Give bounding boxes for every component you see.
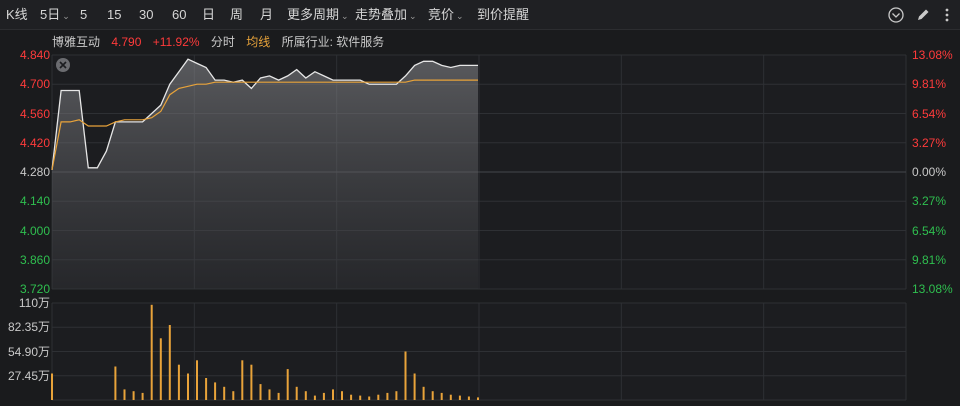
volume-bar — [368, 396, 371, 400]
volume-bar — [332, 389, 334, 400]
volume-bar — [141, 392, 144, 400]
volume-bar — [150, 304, 153, 400]
volume-bar — [214, 382, 217, 400]
volume-bar — [132, 391, 135, 400]
price-tick-label: 3.860 — [19, 253, 50, 267]
price-tick-label: 4.280 — [19, 165, 50, 179]
price-tick-label: 4.840 — [19, 48, 50, 62]
volume-bar — [386, 392, 389, 400]
volume-bar — [250, 364, 253, 400]
volume-bar — [467, 396, 470, 400]
volume-bar — [168, 325, 171, 400]
volume-bar — [268, 389, 271, 400]
volume-bar — [51, 373, 53, 400]
price-tick-label: 3.720 — [19, 282, 50, 296]
volume-bar — [404, 351, 407, 400]
price-tick-label: 4.000 — [19, 224, 50, 238]
volume-bar — [359, 395, 362, 400]
volume-bar — [422, 386, 425, 400]
intraday-chart[interactable] — [0, 0, 960, 406]
volume-tick-label: 54.90万 — [7, 345, 50, 359]
volume-bar — [440, 392, 443, 400]
volume-bar — [196, 360, 198, 400]
volume-bar — [205, 378, 208, 400]
volume-bar — [286, 369, 289, 400]
percent-tick-label: 9.81% — [912, 253, 947, 267]
percent-tick-label: 3.27% — [912, 136, 947, 150]
volume-tick-label: 27.45万 — [7, 369, 50, 383]
volume-bar — [159, 338, 162, 400]
volume-bar — [232, 391, 235, 400]
volume-bar — [377, 394, 380, 400]
volume-bar — [449, 394, 452, 400]
volume-bar — [350, 394, 353, 400]
volume-bar — [295, 386, 298, 400]
volume-bar — [114, 366, 117, 400]
volume-bar — [458, 395, 461, 400]
volume-bar — [395, 391, 398, 400]
volume-bar — [277, 392, 280, 400]
price-tick-label: 4.560 — [19, 107, 50, 121]
volume-bar — [177, 364, 180, 400]
percent-tick-label: 13.08% — [912, 282, 953, 296]
volume-bar — [341, 391, 343, 400]
volume-bar — [322, 392, 325, 400]
percent-tick-label: 9.81% — [912, 77, 947, 91]
price-tick-label: 4.420 — [19, 136, 50, 150]
percent-tick-label: 13.08% — [912, 48, 953, 62]
percent-tick-label: 3.27% — [912, 194, 947, 208]
volume-bar — [259, 384, 262, 400]
volume-bar — [313, 395, 316, 400]
volume-bar — [241, 360, 244, 400]
percent-tick-label: 6.54% — [912, 224, 947, 238]
percent-tick-label: 6.54% — [912, 107, 947, 121]
volume-bar — [413, 373, 416, 400]
volume-bar — [223, 386, 226, 400]
volume-tick-label: 110万 — [18, 296, 50, 310]
volume-bar — [304, 391, 307, 400]
volume-bar — [123, 389, 126, 400]
volume-bar — [477, 397, 479, 400]
percent-tick-label: 0.00% — [912, 165, 947, 179]
price-tick-label: 4.700 — [19, 77, 50, 91]
volume-tick-label: 82.35万 — [7, 320, 50, 334]
volume-bar — [187, 373, 189, 400]
volume-bar — [431, 391, 434, 400]
price-tick-label: 4.140 — [19, 194, 50, 208]
